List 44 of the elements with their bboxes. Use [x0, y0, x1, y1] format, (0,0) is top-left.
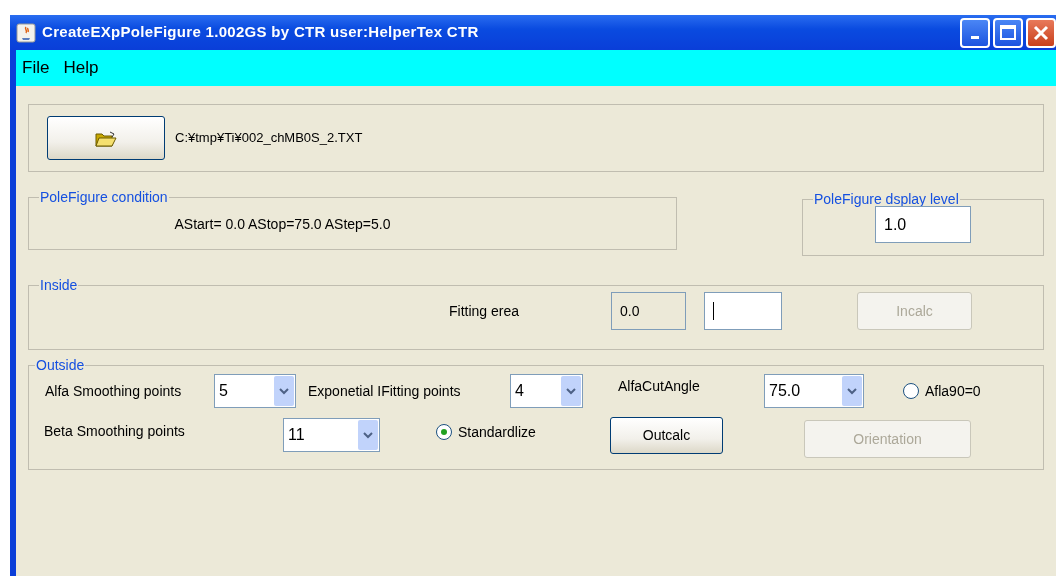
field-label: Exponetial IFitting points: [308, 381, 462, 401]
group-title: PoleFigure dsplay level: [813, 192, 960, 206]
dropdown-value: 11: [288, 425, 305, 445]
condition-text: AStart= 0.0 AStop=75.0 AStep=5.0: [174, 216, 391, 232]
chevron-down-icon: [566, 387, 576, 395]
chevron-down-icon: [279, 387, 289, 395]
input-field[interactable]: [704, 292, 782, 330]
dropdown[interactable]: 4: [510, 374, 583, 408]
radio-button[interactable]: [903, 383, 919, 399]
field-label: Beta Smoothing points: [44, 421, 186, 441]
field-label: AlfaCutAngle: [618, 376, 701, 396]
dropdown-value: 5: [219, 381, 228, 401]
outcalc-button[interactable]: Outcalc: [610, 416, 723, 454]
minimize-icon: [971, 36, 979, 39]
group-title: Outside: [35, 358, 86, 372]
app-icon: [16, 22, 36, 43]
maximize-icon: [999, 23, 1017, 42]
maximize-button[interactable]: [993, 17, 1023, 48]
text-cursor: [713, 302, 715, 320]
folder-icon: [95, 130, 117, 147]
field-label: Alfa Smoothing points: [45, 381, 183, 401]
minimize-button[interactable]: [960, 17, 990, 48]
chevron-down-icon: [847, 387, 857, 395]
menu-item[interactable]: File: [22, 55, 50, 81]
window-title: CreateEXpPoleFigure 1.002GS by CTR user:HelperTex CTR: [42, 22, 479, 43]
level-field[interactable]: 1.0: [875, 206, 971, 243]
field-label: Fitting erea: [449, 301, 521, 321]
dropdown-value: 4: [515, 381, 524, 401]
dropdown[interactable]: 5: [214, 374, 296, 408]
group-title: PoleFigure condition: [39, 190, 169, 204]
menu-item[interactable]: Help: [63, 55, 99, 81]
chevron-down-icon: [363, 431, 373, 439]
readout-field: 0.0: [611, 292, 686, 330]
group-title: Inside: [39, 278, 79, 292]
close-button[interactable]: [1026, 17, 1056, 48]
open-button[interactable]: [47, 116, 165, 160]
radio-button[interactable]: [436, 424, 452, 440]
dropdown[interactable]: 75.0: [764, 374, 864, 408]
dropdown[interactable]: 11: [283, 418, 380, 452]
file-path: C:¥tmp¥Ti¥002_chMB0S_2.TXT: [175, 129, 363, 148]
dropdown-value: 75.0: [769, 381, 801, 401]
close-icon: [1032, 23, 1050, 42]
radio-label: Afla90=0: [925, 381, 981, 401]
radio-label: Standardlize: [458, 422, 536, 442]
